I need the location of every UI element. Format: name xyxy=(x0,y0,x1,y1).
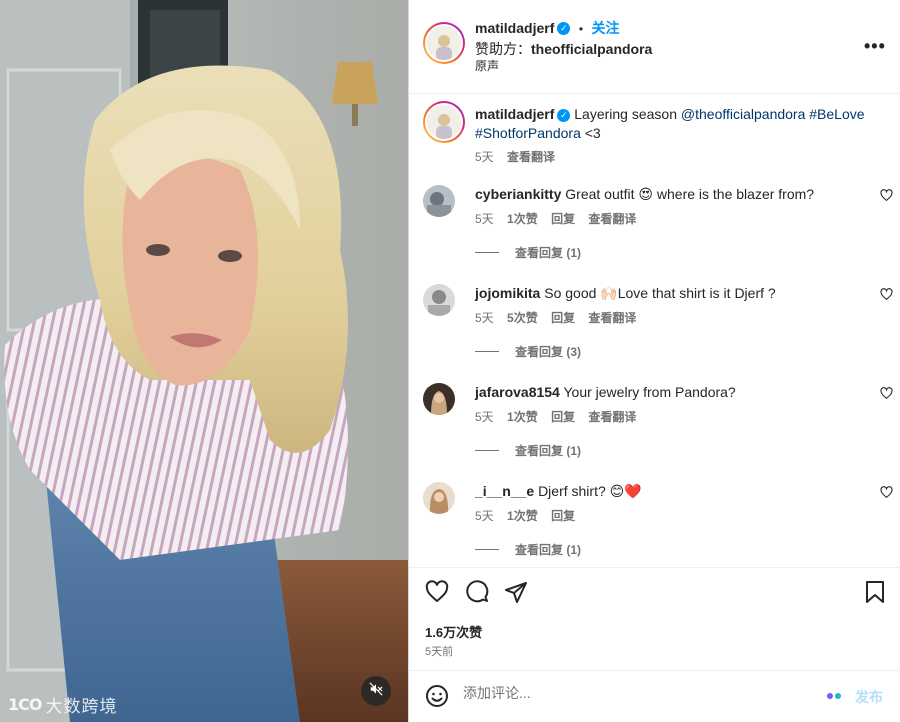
commenter-avatar[interactable] xyxy=(423,482,455,514)
heart-outline-icon[interactable] xyxy=(425,580,449,609)
comment-meta: 5天 1次赞 回复 查看翻译 xyxy=(475,408,646,425)
comment-text: So good 🙌🏻Love that shirt is it Djerf ? xyxy=(544,285,776,301)
view-replies-label: 查看回复 (3) xyxy=(515,345,582,359)
commenter-username[interactable]: cyberiankitty xyxy=(475,186,561,202)
reply-button[interactable]: 回复 xyxy=(551,509,575,523)
reply-button[interactable]: 回复 xyxy=(551,212,575,226)
more-horizontal-icon: ••• xyxy=(864,36,886,56)
hashtag-link[interactable]: #ShotforPandora xyxy=(475,125,581,141)
comment-text: Your jewelry from Pandora? xyxy=(563,384,736,400)
author-username[interactable]: matildadjerf xyxy=(475,20,554,36)
post-header: matildadjerf ✓ • 关注 赞助方：theofficialpandor… xyxy=(409,0,900,94)
comment-bubble-icon[interactable] xyxy=(465,580,489,609)
caption-text: Layering season xyxy=(574,106,681,122)
sponsor-line: 赞助方：theofficialpandora xyxy=(475,39,652,59)
comment-like-count[interactable]: 5次赞 xyxy=(507,311,538,325)
caption-meta: 5天 查看翻译 xyxy=(475,148,565,165)
view-replies-label: 查看回复 (1) xyxy=(515,444,582,458)
comment-body: _i__n__e Djerf shirt? 😊❤️ xyxy=(475,482,855,500)
dot-separator: • xyxy=(578,22,584,36)
view-replies-button[interactable]: 查看回复 (1) xyxy=(475,244,581,261)
see-translation-link[interactable]: 查看翻译 xyxy=(507,150,555,164)
see-translation-link[interactable]: 查看翻译 xyxy=(588,212,636,226)
watermark: 1CO 大数跨境 xyxy=(8,692,117,717)
comment-like-heart-icon[interactable] xyxy=(880,288,893,306)
typing-indicator xyxy=(827,693,841,699)
audio-label[interactable]: 原声 xyxy=(475,57,499,74)
reply-button[interactable]: 回复 xyxy=(551,311,575,325)
view-replies-label: 查看回复 (1) xyxy=(515,246,582,260)
view-replies-button[interactable]: 查看回复 (1) xyxy=(475,442,581,459)
comment-like-count[interactable]: 1次赞 xyxy=(507,509,538,523)
post-media-video[interactable]: 1CO 大数跨境 xyxy=(0,0,408,722)
comment-item: jafarova8154 Your jewelry from Pandora? … xyxy=(423,383,893,482)
comment-body: jafarova8154 Your jewelry from Pandora? xyxy=(475,383,855,401)
watermark-logo: 1CO xyxy=(8,695,42,714)
caption-username[interactable]: matildadjerf xyxy=(475,106,554,122)
view-replies-button[interactable]: 查看回复 (3) xyxy=(475,343,581,360)
comment-time[interactable]: 5天 xyxy=(475,410,494,424)
comment-meta: 5天 1次赞 回复 查看翻译 xyxy=(475,210,646,227)
avatar-photo xyxy=(436,35,452,60)
comment-like-count[interactable]: 1次赞 xyxy=(507,212,538,226)
comment-time[interactable]: 5天 xyxy=(475,509,494,523)
speaker-muted-icon xyxy=(369,682,383,701)
post-timestamp[interactable]: 5天前 xyxy=(425,643,453,659)
author-avatar[interactable] xyxy=(423,22,465,64)
instagram-post-view: 1CO 大数跨境 matildadjerf ✓ • 关注 赞助方：theoffi… xyxy=(0,0,900,722)
sponsor-prefix: 赞助方： xyxy=(475,41,531,57)
bookmark-icon[interactable] xyxy=(864,580,886,609)
comment-body: jojomikita So good 🙌🏻Love that shirt is … xyxy=(475,284,855,302)
commenter-username[interactable]: jafarova8154 xyxy=(475,384,560,400)
commenter-username[interactable]: jojomikita xyxy=(475,285,540,301)
sponsor-name-link[interactable]: theofficialpandora xyxy=(531,41,652,57)
comment-input[interactable] xyxy=(463,685,823,701)
video-frame-illustration xyxy=(0,0,408,722)
comment-time[interactable]: 5天 xyxy=(475,311,494,325)
view-replies-button[interactable]: 查看回复 (1) xyxy=(475,541,581,558)
add-comment-bar: 发布 xyxy=(409,670,900,722)
mute-toggle-button[interactable] xyxy=(361,676,391,706)
verified-badge-icon: ✓ xyxy=(557,108,571,122)
comment-text: Great outfit 😍 where is the blazer from? xyxy=(565,186,815,202)
caption-text-end: <3 xyxy=(580,125,601,141)
comment-like-heart-icon[interactable] xyxy=(880,387,893,405)
comment-meta: 5天 5次赞 回复 查看翻译 xyxy=(475,309,646,326)
smiley-icon[interactable] xyxy=(425,684,449,713)
view-replies-label: 查看回复 (1) xyxy=(515,543,582,557)
mention-link[interactable]: @theofficialpandora xyxy=(681,106,805,122)
paper-plane-icon[interactable] xyxy=(504,580,528,609)
see-translation-link[interactable]: 查看翻译 xyxy=(588,410,636,424)
like-count[interactable]: 1.6万次赞 xyxy=(425,622,482,641)
comment-body: cyberiankitty Great outfit 😍 where is th… xyxy=(475,185,855,203)
commenter-avatar[interactable] xyxy=(423,284,455,316)
post-actions-bar: 1.6万次赞 5天前 xyxy=(409,567,900,670)
more-options-button[interactable]: ••• xyxy=(864,36,886,57)
commenter-avatar[interactable] xyxy=(423,383,455,415)
hashtag-link[interactable]: #BeLove xyxy=(809,106,864,122)
caption-time[interactable]: 5天 xyxy=(475,150,494,164)
comment-item: cyberiankitty Great outfit 😍 where is th… xyxy=(423,185,893,284)
comment-like-heart-icon[interactable] xyxy=(880,486,893,504)
comment-meta: 5天 1次赞 回复 xyxy=(475,507,585,524)
commenter-username[interactable]: _i__n__e xyxy=(475,483,534,499)
comment-item: _i__n__e Djerf shirt? 😊❤️ 5天 1次赞 回复 查看回复… xyxy=(423,482,893,567)
follow-button[interactable]: 关注 xyxy=(591,20,619,36)
watermark-text: 大数跨境 xyxy=(45,697,118,717)
comments-list[interactable]: matildadjerf ✓ Layering season @theoffici… xyxy=(409,95,900,567)
commenter-avatar[interactable] xyxy=(423,185,455,217)
comment-item: jojomikita So good 🙌🏻Love that shirt is … xyxy=(423,284,893,383)
post-side-panel: matildadjerf ✓ • 关注 赞助方：theofficialpandor… xyxy=(408,0,900,722)
verified-badge-icon: ✓ xyxy=(557,22,571,36)
comment-like-heart-icon[interactable] xyxy=(880,189,893,207)
comment-text: Djerf shirt? 😊❤️ xyxy=(538,483,642,499)
comment-like-count[interactable]: 1次赞 xyxy=(507,410,538,424)
post-comment-button[interactable]: 发布 xyxy=(855,687,883,707)
caption-author-avatar[interactable] xyxy=(423,101,465,143)
avatar-photo xyxy=(436,114,452,139)
see-translation-link[interactable]: 查看翻译 xyxy=(588,311,636,325)
caption: matildadjerf ✓ Layering season @theoffici… xyxy=(475,105,885,143)
comment-time[interactable]: 5天 xyxy=(475,212,494,226)
reply-button[interactable]: 回复 xyxy=(551,410,575,424)
